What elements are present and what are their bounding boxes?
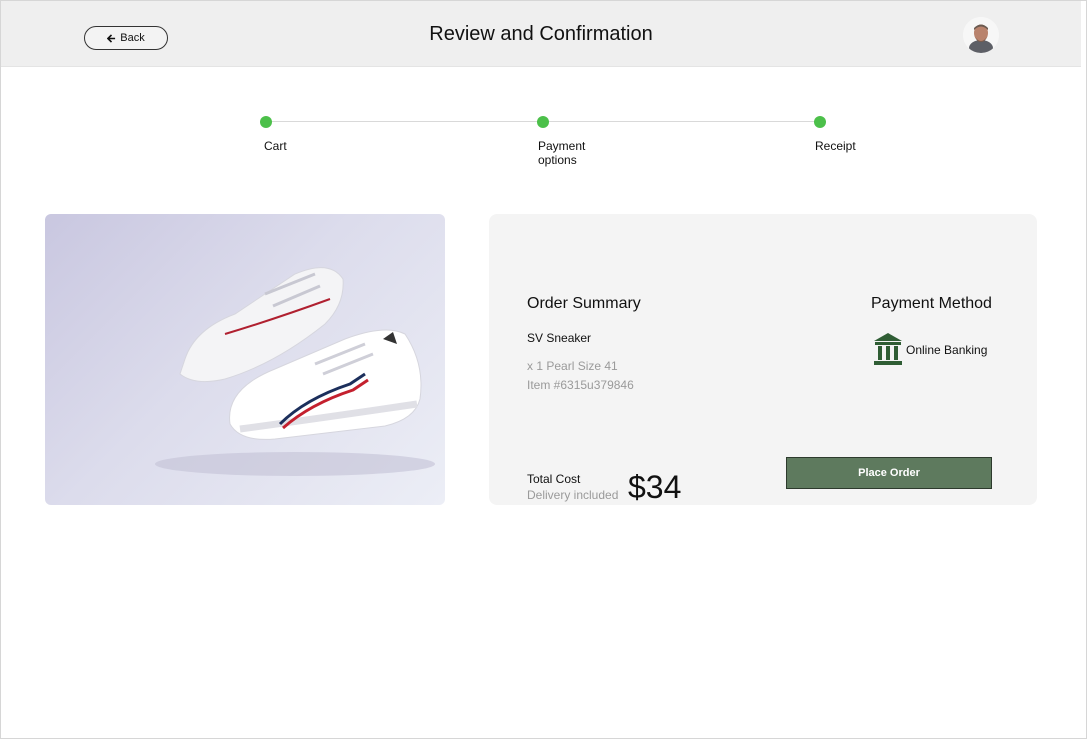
- step-label-payment: Payment options: [538, 139, 586, 167]
- delivery-note: Delivery included: [527, 488, 619, 502]
- order-summary-title: Order Summary: [527, 295, 641, 312]
- item-detail: x 1 Pearl Size 41: [527, 359, 618, 373]
- item-number: Item #6315u379846: [527, 378, 634, 392]
- total-price: $34: [628, 469, 682, 505]
- step-connector: [549, 121, 814, 122]
- step-label-cart: Cart: [264, 139, 287, 153]
- step-connector: [272, 121, 537, 122]
- place-order-button[interactable]: Place Order: [786, 457, 992, 489]
- page-title: Review and Confirmation: [429, 23, 653, 45]
- step-label-receipt: Receipt: [815, 139, 856, 153]
- user-avatar-icon[interactable]: [963, 17, 999, 53]
- product-image: [45, 214, 445, 505]
- bank-icon: [874, 333, 902, 365]
- payment-method-title: Payment Method: [871, 295, 992, 312]
- step-indicator-receipt: [814, 116, 826, 128]
- payment-method-label: Online Banking: [906, 343, 988, 357]
- order-summary-card: Order Summary SV Sneaker x 1 Pearl Size …: [489, 214, 1037, 505]
- step-indicator-cart: [260, 116, 272, 128]
- step-indicator-payment: [537, 116, 549, 128]
- item-name: SV Sneaker: [527, 331, 592, 345]
- header-bar: Back Review and Confirmation: [1, 1, 1081, 67]
- total-cost-label: Total Cost: [527, 472, 581, 486]
- sneaker-icon: [155, 267, 435, 476]
